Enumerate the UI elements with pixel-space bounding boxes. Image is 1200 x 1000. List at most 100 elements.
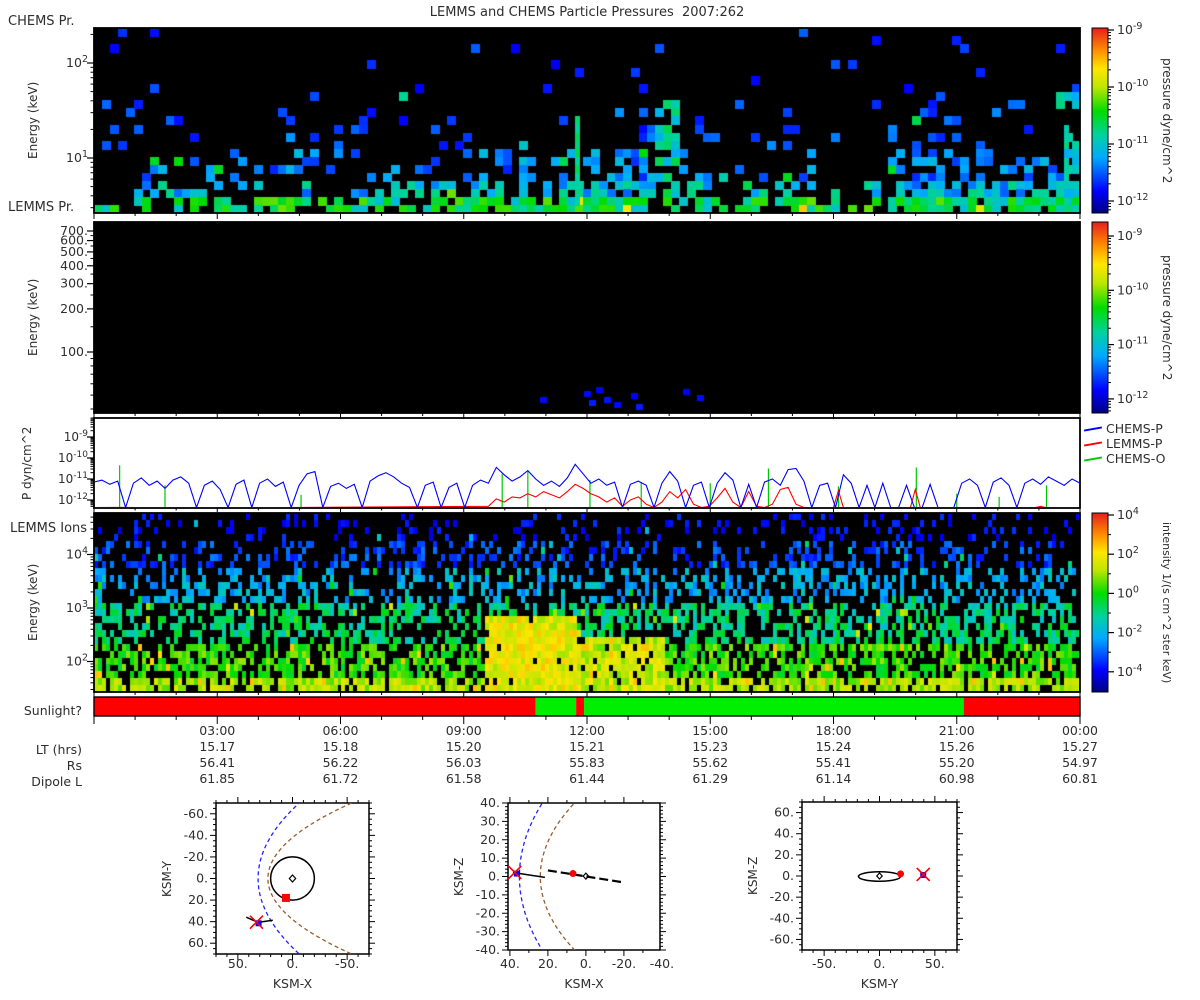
tick-label: 30.	[480, 813, 500, 828]
tick-label: -40.	[184, 827, 208, 842]
tick-label: 102	[1117, 545, 1139, 561]
tick-label: 15.17	[199, 739, 235, 754]
chems-y-axis: 102 101	[66, 33, 94, 209]
tick-label: 15.26	[939, 739, 975, 754]
orbit3-xlabel: KSM-Y	[860, 976, 899, 991]
planet-diamond-marker	[875, 872, 884, 880]
tick-label: 61.58	[446, 771, 482, 786]
tick-label: -20.	[612, 956, 636, 971]
tick-label: 55.62	[692, 755, 728, 770]
ions-y-axis: 104 103 102	[66, 516, 94, 690]
tick-label: -20.	[770, 889, 794, 904]
sunlight-label: Sunlight?	[23, 703, 82, 718]
legend-label-chems-o: CHEMS-O	[1106, 451, 1166, 466]
spacecraft-square-marker	[513, 870, 520, 877]
tick-label: 60.	[188, 935, 208, 950]
tick-label: -40.	[476, 942, 500, 957]
y-axis-label-lemms: Energy (keV)	[26, 278, 40, 357]
tick-label: 400.	[60, 258, 88, 273]
tick-label: 10-9	[1117, 227, 1142, 243]
tick-label: 20.	[480, 832, 500, 847]
orbit1-ylabel: KSM-Y	[160, 860, 174, 897]
lemms-y-axis: 700.600.500.400. 300. 200. 100.	[60, 223, 94, 410]
tick-label: 10-9	[1117, 21, 1142, 37]
time-labels: 03:00 06:00 09:00 12:00 15:00 18:00 21:00 00:00…	[199, 723, 1098, 786]
tick-label: 10-9	[64, 429, 89, 444]
pressure-line-panel	[94, 418, 1080, 508]
tick-label: 06:00	[322, 723, 358, 738]
tick-label: 09:00	[446, 723, 482, 738]
position-dot-marker	[569, 870, 577, 878]
orbit-plot-1: 50. 0. -50. -60. -40. -20. 0. 20. 40. 60.	[184, 797, 375, 971]
colorbar-unit-lemms: pressure dyne/cm^2	[1160, 254, 1174, 381]
tick-label: 40.	[500, 956, 520, 971]
page-title: LEMMS and CHEMS Particle Pressures 2007:…	[429, 5, 745, 20]
orbit2-xlabel: KSM-X	[564, 976, 604, 991]
spacecraft-square-marker	[281, 893, 290, 902]
tick-label: 10-11	[58, 471, 88, 486]
orbit3-ylabel: KSM-Z	[746, 856, 760, 896]
tick-label: 10-10	[1117, 78, 1148, 94]
colorbar-lemms-ticks: 10-9 10-10 10-11 10-12	[1108, 227, 1148, 412]
spacecraft-square-marker	[920, 871, 927, 878]
legend-label-lemms-p: LEMMS-P	[1106, 436, 1163, 451]
planet-diamond-marker	[288, 874, 297, 883]
tick-label: -20.	[184, 849, 208, 864]
tick-label: 61.85	[199, 771, 235, 786]
colorbar-ions	[1092, 513, 1108, 692]
colorbar-ions-ticks: 104 102 100 10-2 10-4	[1108, 506, 1142, 679]
tick-label: 56.41	[199, 755, 235, 770]
colorbar-unit-ions: intensity 1/(s cm^2 ster keV)	[1160, 521, 1173, 684]
orbit-curves	[245, 803, 354, 954]
tick-label: -10.	[476, 887, 500, 902]
tick-label: 500.	[60, 244, 88, 259]
tick-label: 10-10	[1117, 281, 1148, 297]
legend-line-lemms-p	[1083, 440, 1103, 447]
pressure-y-axis: 10-9 10-10 10-11 10-12	[58, 417, 94, 507]
tick-label: 10-12	[58, 492, 88, 507]
tick-label: 10-11	[1117, 135, 1148, 151]
tick-label: -50.	[812, 956, 836, 971]
y-axis-label-chems: Energy (keV)	[26, 81, 40, 160]
tick-label: 10-10	[58, 450, 88, 465]
colorbar-lemms	[1092, 222, 1108, 413]
row-label-rs: Rs	[66, 758, 82, 773]
legend-line-chems-o	[1083, 455, 1103, 462]
tick-label: 600.	[60, 233, 88, 248]
tick-label: 300.	[60, 276, 88, 291]
lemms-pressure-panel	[94, 222, 1080, 413]
tick-label: 56.03	[446, 755, 482, 770]
tick-label: 15:00	[692, 723, 728, 738]
tick-label: 0.	[580, 956, 592, 971]
sunlight-bar	[94, 697, 1080, 716]
plot-page: LEMMS and CHEMS Particle Pressures 2007:…	[0, 0, 1200, 1000]
tick-label: -40.	[770, 910, 794, 925]
tick-label: -60.	[184, 806, 208, 821]
tick-label: 40.	[774, 826, 794, 841]
tick-label: 15.27	[1062, 739, 1098, 754]
tick-label: -20.	[476, 905, 500, 920]
tick-label: -30.	[476, 924, 500, 939]
panel-label-chems-pr: CHEMS Pr.	[8, 14, 75, 29]
tick-label: 700.	[60, 223, 88, 238]
tick-label: 54.97	[1062, 755, 1098, 770]
ions-spectrogram-canvas	[94, 513, 1080, 692]
tick-label: 104	[1117, 506, 1139, 522]
tick-label: 15.21	[569, 739, 605, 754]
tick-label: 0.	[196, 871, 208, 886]
tick-label: 15.23	[692, 739, 728, 754]
line-legend: CHEMS-P LEMMS-P CHEMS-O	[1083, 421, 1166, 466]
orbit1-xlabel: KSM-X	[272, 976, 313, 991]
tick-label: 0.	[287, 956, 299, 971]
legend-item-lemms-p: LEMMS-P	[1083, 436, 1165, 451]
colorbar-chems-ticks: 10-9 10-10 10-11 10-12	[1108, 21, 1148, 211]
tick-label: 103	[66, 599, 88, 615]
tick-label: 102	[66, 54, 88, 70]
tick-label: 12:00	[569, 723, 605, 738]
tick-label: 101	[66, 149, 88, 165]
tick-label: 10.	[480, 850, 500, 865]
tick-label: 56.22	[323, 755, 359, 770]
tick-label: 0.	[874, 956, 886, 971]
tick-label: -40.	[650, 956, 674, 971]
legend-item-chems-o: CHEMS-O	[1083, 451, 1166, 466]
